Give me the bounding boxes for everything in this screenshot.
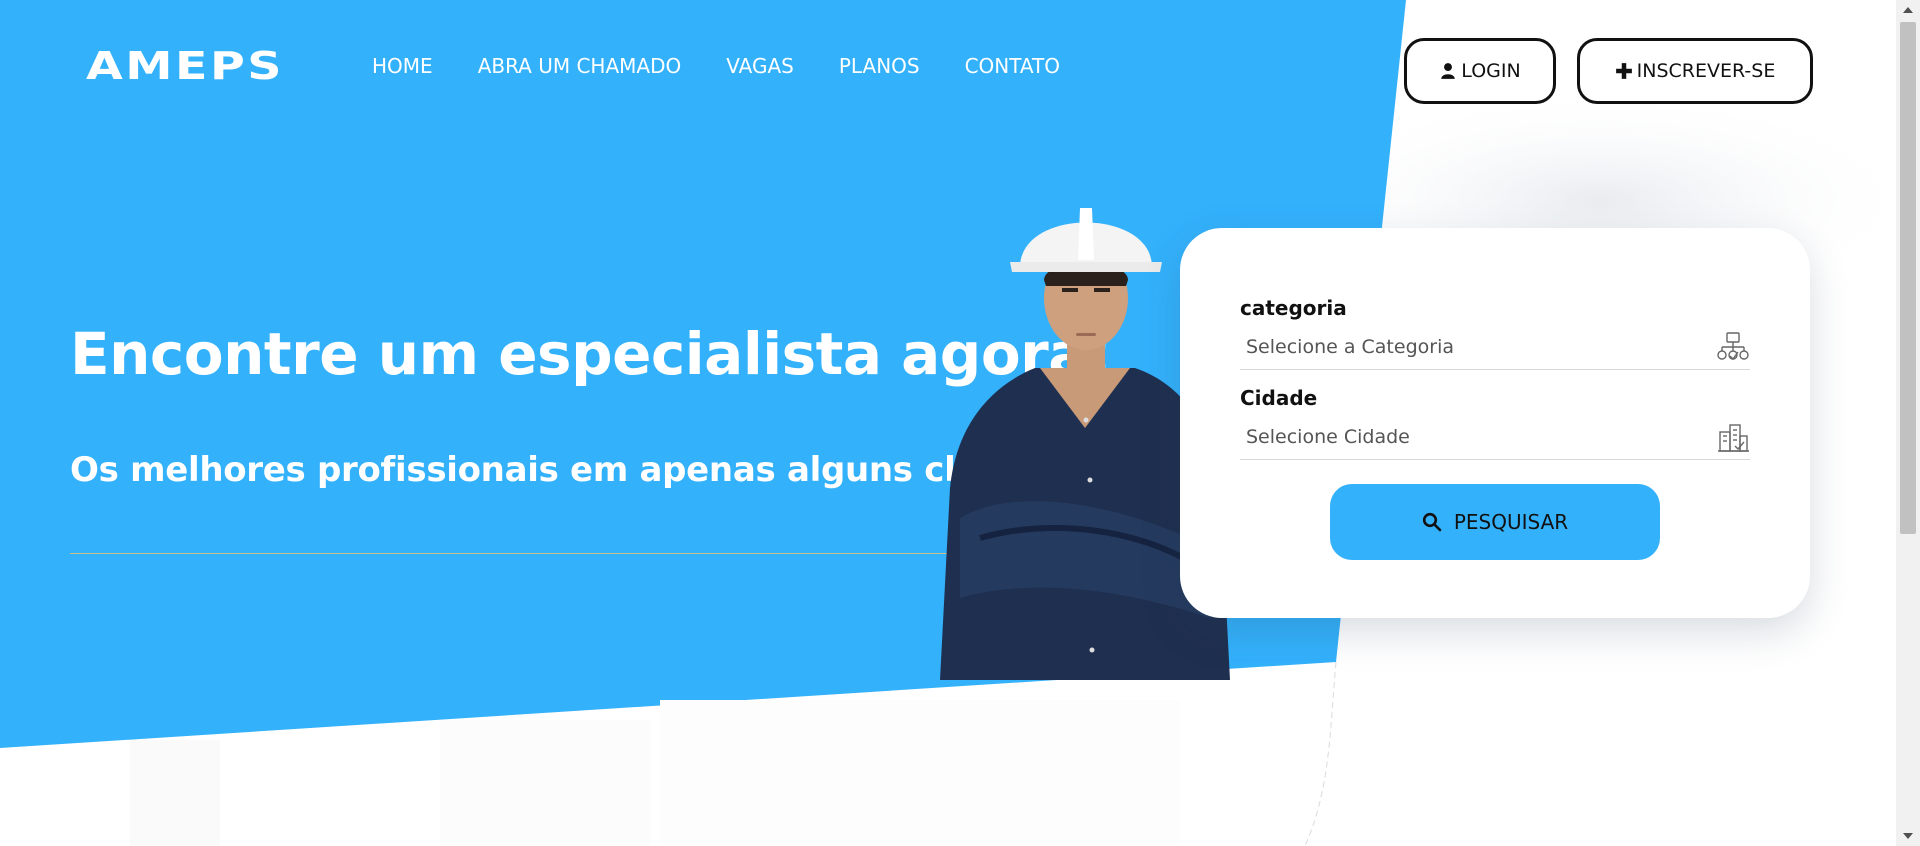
city-buildings-icon bbox=[1718, 423, 1749, 452]
category-network-icon bbox=[1717, 331, 1749, 360]
hero-divider bbox=[70, 553, 982, 554]
signup-button[interactable]: INSCREVER-SE bbox=[1577, 38, 1813, 104]
vertical-scrollbar[interactable] bbox=[1896, 0, 1920, 846]
hero-subtitle: Os melhores profissionais em apenas algu… bbox=[70, 450, 1073, 490]
scrollbar-thumb[interactable] bbox=[1900, 22, 1916, 534]
signup-label: INSCREVER-SE bbox=[1636, 60, 1776, 82]
city-label: Cidade bbox=[1240, 386, 1318, 410]
category-label: categoria bbox=[1240, 296, 1347, 320]
scroll-down-arrow-icon[interactable] bbox=[1896, 826, 1920, 846]
nav-home[interactable]: HOME bbox=[372, 54, 433, 78]
nav-vagas[interactable]: VAGAS bbox=[726, 54, 794, 78]
scroll-up-arrow-icon[interactable] bbox=[1896, 0, 1920, 20]
search-button-label: PESQUISAR bbox=[1453, 510, 1569, 534]
user-icon bbox=[1441, 63, 1456, 79]
nav-planos[interactable]: PLANOS bbox=[839, 54, 920, 78]
brand-logo[interactable]: AMEPS bbox=[86, 44, 282, 88]
category-placeholder: Selecione a Categoria bbox=[1246, 335, 1454, 358]
search-icon bbox=[1422, 512, 1442, 532]
category-select[interactable]: Selecione a Categoria bbox=[1240, 324, 1750, 370]
search-card: categoria Selecione a Categoria Cidade S… bbox=[1180, 228, 1810, 618]
nav-abra-chamado[interactable]: ABRA UM CHAMADO bbox=[478, 54, 682, 78]
nav-contato[interactable]: CONTATO bbox=[965, 54, 1060, 78]
main-nav: HOME ABRA UM CHAMADO VAGAS PLANOS CONTAT… bbox=[372, 54, 1105, 78]
landing-page: AMEPS HOME ABRA UM CHAMADO VAGAS PLANOS … bbox=[0, 0, 1896, 846]
city-placeholder: Selecione Cidade bbox=[1246, 425, 1410, 448]
search-button[interactable]: PESQUISAR bbox=[1330, 484, 1660, 560]
city-select[interactable]: Selecione Cidade bbox=[1240, 414, 1750, 460]
plus-icon bbox=[1615, 63, 1632, 79]
login-button[interactable]: LOGIN bbox=[1404, 38, 1556, 104]
brand-logo-text: AMEPS bbox=[86, 44, 285, 88]
login-label: LOGIN bbox=[1461, 60, 1521, 82]
